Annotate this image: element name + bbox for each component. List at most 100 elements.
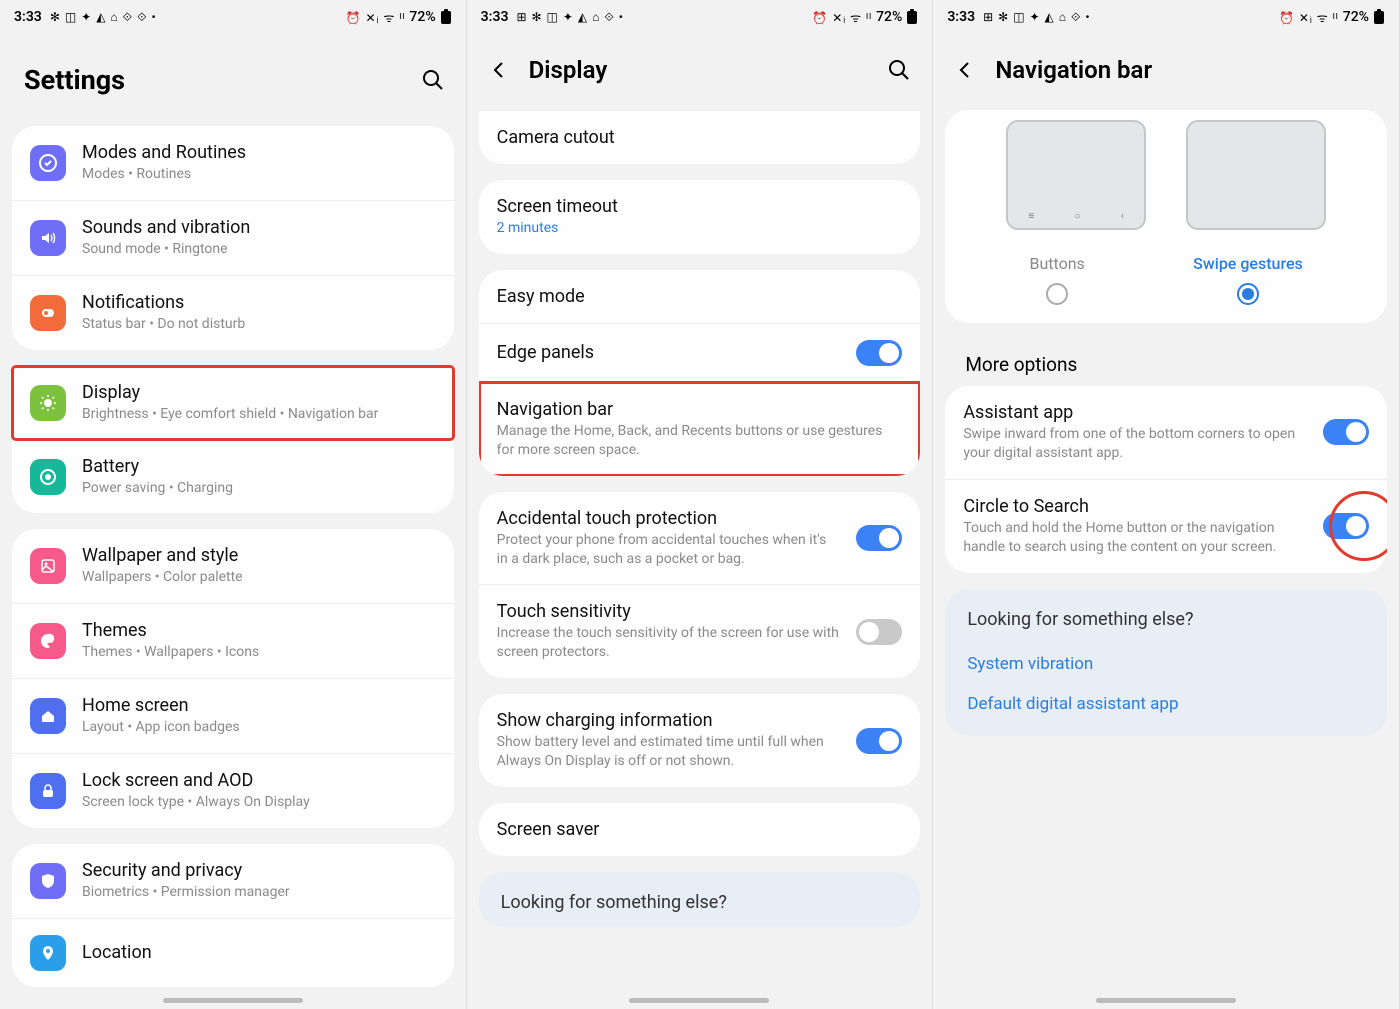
status-battery: 72%	[1343, 9, 1369, 25]
highlight-circle	[1329, 491, 1387, 561]
header: Display	[467, 34, 933, 110]
header: Settings	[0, 34, 466, 126]
link-default-assistant[interactable]: Default digital assistant app	[945, 684, 1387, 736]
display-item-camera-cutout[interactable]: Camera cutout	[479, 110, 921, 164]
bell-icon	[30, 295, 66, 331]
target-icon	[30, 145, 66, 181]
item-sub: Status bar • Do not disturb	[82, 315, 436, 334]
sound-icon	[30, 220, 66, 256]
search-icon	[887, 58, 911, 82]
battery-icon	[30, 459, 66, 495]
settings-item-display[interactable]: Display Brightness • Eye comfort shield …	[12, 366, 454, 440]
item-label: Security and privacy	[82, 860, 436, 881]
nav-option-buttons[interactable]: Buttons	[1029, 254, 1084, 305]
back-button[interactable]	[487, 58, 511, 82]
display-item-screen-timeout[interactable]: Screen timeout 2 minutes	[479, 180, 921, 254]
search-button[interactable]	[420, 67, 446, 93]
item-sub: Themes • Wallpapers • Icons	[82, 643, 436, 662]
chevron-left-icon	[489, 60, 509, 80]
settings-item-homescreen[interactable]: Home screen Layout • App icon badges	[12, 678, 454, 753]
status-icons-right: ⏰ ✕ᵢ ᯤ ᴵᴵ	[1279, 9, 1339, 26]
item-sub: Modes • Routines	[82, 165, 436, 184]
item-label: Camera cutout	[497, 127, 903, 148]
radio-icon	[1046, 283, 1068, 305]
edge-panels-toggle[interactable]	[856, 340, 902, 366]
item-label: Lock screen and AOD	[82, 770, 436, 791]
status-bar: 3:33 ⊞ ✻ ◫ ✦ ◭ ⌂ ⟐ • ⏰ ✕ᵢ ᯤ ᴵᴵ 72%	[467, 0, 933, 34]
home-indicator[interactable]	[1096, 998, 1236, 1003]
status-bar: 3:33 ⊞ ✻ ◫ ✦ ◭ ⌂ ⟐ • ⏰ ✕ᵢ ᯤ ᴵᴵ 72%	[933, 0, 1399, 34]
status-time: 3:33	[481, 9, 509, 25]
lock-icon	[30, 773, 66, 809]
item-sub: Screen lock type • Always On Display	[82, 793, 436, 812]
navbar-content: ≡○‹ Buttons Swipe gestures More options …	[933, 110, 1399, 1009]
battery-icon	[440, 9, 452, 25]
back-button[interactable]	[953, 58, 977, 82]
preview-buttons[interactable]: ≡○‹	[1006, 120, 1146, 230]
navbar-item-assistant-app[interactable]: Assistant app Swipe inward from one of t…	[945, 386, 1387, 479]
item-label: Edge panels	[497, 342, 841, 363]
touch-sensitivity-toggle[interactable]	[856, 619, 902, 645]
settings-screen: 3:33 ✻ ◫ ✦ ◭ ⌂ ⟐ ⟐ • ⏰ ✕ᵢ ᯤ ᴵᴵ 72% Setti…	[0, 0, 467, 1009]
settings-item-lockscreen[interactable]: Lock screen and AOD Screen lock type • A…	[12, 753, 454, 828]
status-time: 3:33	[14, 9, 42, 25]
settings-item-themes[interactable]: Themes Themes • Wallpapers • Icons	[12, 603, 454, 678]
status-icons-right: ⏰ ✕ᵢ ᯤ ᴵᴵ	[812, 9, 872, 26]
search-button[interactable]	[886, 57, 912, 83]
settings-item-sounds[interactable]: Sounds and vibration Sound mode • Ringto…	[12, 200, 454, 275]
display-item-easy-mode[interactable]: Easy mode	[479, 270, 921, 323]
settings-item-wallpaper[interactable]: Wallpaper and style Wallpapers • Color p…	[12, 529, 454, 603]
home-indicator[interactable]	[163, 998, 303, 1003]
settings-item-security[interactable]: Security and privacy Biometrics • Permis…	[12, 844, 454, 918]
display-item-touch-sensitivity[interactable]: Touch sensitivity Increase the touch sen…	[479, 584, 921, 678]
page-title: Display	[529, 56, 869, 84]
status-battery: 72%	[876, 9, 902, 25]
item-label: Touch sensitivity	[497, 601, 841, 622]
item-label: Sounds and vibration	[82, 217, 436, 238]
nav-option-swipe[interactable]: Swipe gestures	[1193, 254, 1303, 305]
item-sub: 2 minutes	[497, 219, 903, 238]
search-icon	[421, 68, 445, 92]
display-screen: 3:33 ⊞ ✻ ◫ ✦ ◭ ⌂ ⟐ • ⏰ ✕ᵢ ᯤ ᴵᴵ 72% Displ…	[467, 0, 934, 1009]
display-item-accidental-touch[interactable]: Accidental touch protection Protect your…	[479, 492, 921, 585]
preview-gestures[interactable]	[1186, 120, 1326, 230]
item-label: Location	[82, 942, 436, 963]
accidental-touch-toggle[interactable]	[856, 525, 902, 551]
option-label: Swipe gestures	[1193, 254, 1303, 273]
item-sub: Wallpapers • Color palette	[82, 568, 436, 587]
item-sub: Swipe inward from one of the bottom corn…	[963, 425, 1307, 463]
assistant-app-toggle[interactable]	[1323, 419, 1369, 445]
item-label: Home screen	[82, 695, 436, 716]
item-label: Screen saver	[497, 819, 903, 840]
more-options-link[interactable]: More options	[945, 339, 1387, 386]
shield-icon	[30, 863, 66, 899]
home-indicator[interactable]	[629, 998, 769, 1003]
item-label: Modes and Routines	[82, 142, 436, 163]
status-icons-left: ✻ ◫ ✦ ◭ ⌂ ⟐ ⟐ •	[50, 10, 157, 25]
settings-list: Modes and Routines Modes • Routines Soun…	[0, 126, 466, 1009]
display-item-edge-panels[interactable]: Edge panels	[479, 323, 921, 382]
item-sub: Brightness • Eye comfort shield • Naviga…	[82, 405, 436, 424]
display-item-charging-info[interactable]: Show charging information Show battery l…	[479, 694, 921, 787]
charging-info-toggle[interactable]	[856, 728, 902, 754]
settings-item-location[interactable]: Location	[12, 918, 454, 987]
item-label: Display	[82, 382, 436, 403]
pin-icon	[30, 935, 66, 971]
sun-icon	[30, 385, 66, 421]
settings-item-notifications[interactable]: Notifications Status bar • Do not distur…	[12, 275, 454, 350]
item-sub: Manage the Home, Back, and Recents butto…	[497, 422, 903, 460]
status-time: 3:33	[947, 9, 975, 25]
item-sub: Show battery level and estimated time un…	[497, 733, 841, 771]
radio-icon	[1237, 283, 1259, 305]
settings-item-battery[interactable]: Battery Power saving • Charging	[12, 440, 454, 514]
item-label: Circle to Search	[963, 496, 1307, 517]
display-item-navigation-bar[interactable]: Navigation bar Manage the Home, Back, an…	[479, 382, 921, 476]
item-sub: Touch and hold the Home button or the na…	[963, 519, 1307, 557]
display-item-screen-saver[interactable]: Screen saver	[479, 803, 921, 856]
item-sub: Layout • App icon badges	[82, 718, 436, 737]
link-system-vibration[interactable]: System vibration	[945, 644, 1387, 684]
item-label: Themes	[82, 620, 436, 641]
navbar-item-circle-to-search[interactable]: Circle to Search Touch and hold the Home…	[945, 479, 1387, 573]
settings-item-modes[interactable]: Modes and Routines Modes • Routines	[12, 126, 454, 200]
item-label: Assistant app	[963, 402, 1307, 423]
